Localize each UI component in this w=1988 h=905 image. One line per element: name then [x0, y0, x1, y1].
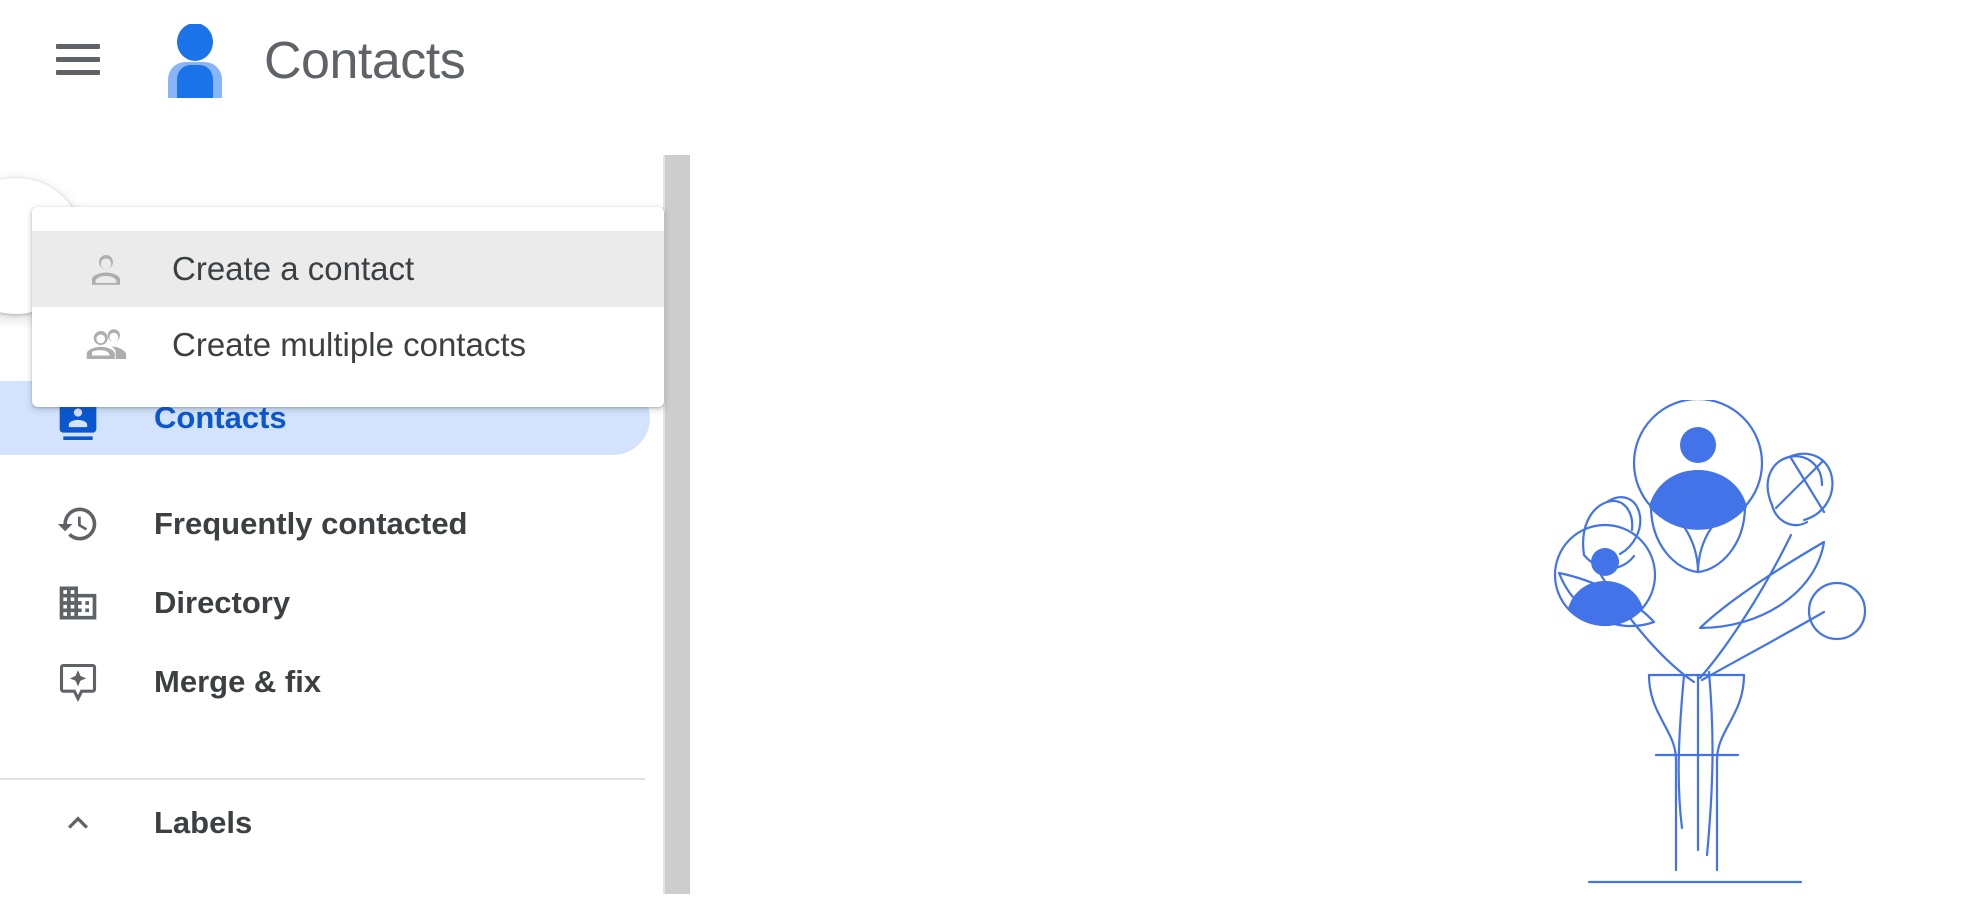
menu-item-create-multiple-contacts[interactable]: Create multiple contacts: [32, 307, 664, 383]
page-title: Contacts: [264, 28, 465, 94]
people-outline-icon: [78, 324, 134, 366]
hamburger-line: [56, 57, 100, 62]
app-header: Contacts: [0, 0, 1988, 146]
sidebar-item-merge-and-fix[interactable]: Merge & fix: [0, 645, 650, 719]
flowers-in-vase-illustration: [1504, 400, 1914, 900]
create-contact-dropdown-menu: Create a contact Create multiple contact…: [32, 207, 664, 407]
chevron-up-icon[interactable]: [50, 803, 106, 843]
sidebar-item-directory[interactable]: Directory: [0, 566, 650, 640]
sidebar-scrollbar[interactable]: [663, 155, 690, 894]
main-content: [690, 146, 1988, 894]
menu-item-create-a-contact[interactable]: Create a contact: [32, 231, 664, 307]
sidebar-item-frequently-contacted[interactable]: Frequently contacted: [0, 487, 650, 561]
hamburger-menu-icon[interactable]: [56, 44, 100, 76]
sidebar-item-label: Labels: [154, 805, 252, 841]
sidebar-item-label: Merge & fix: [154, 664, 321, 700]
person-outline-icon: [78, 248, 134, 290]
hamburger-line: [56, 44, 100, 49]
contacts-person-logo: [160, 24, 230, 98]
sidebar-item-label: Directory: [154, 585, 290, 621]
sidebar-divider: [0, 778, 645, 780]
menu-item-label: Create a contact: [172, 250, 414, 288]
history-icon: [50, 502, 106, 546]
menu-item-label: Create multiple contacts: [172, 326, 526, 364]
building-icon: [50, 581, 106, 625]
sidebar-item-label: Frequently contacted: [154, 506, 468, 542]
auto-fix-icon: [50, 660, 106, 704]
hamburger-line: [56, 70, 100, 75]
sidebar-item-labels[interactable]: Labels: [0, 786, 650, 860]
